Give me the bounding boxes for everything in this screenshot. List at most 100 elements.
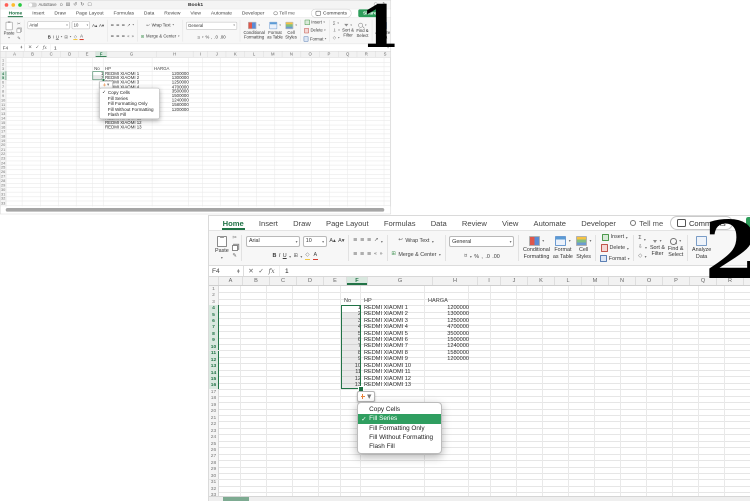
insert-button[interactable]: Insert ▾ bbox=[601, 233, 628, 241]
undo-icon[interactable]: ↺ bbox=[73, 2, 77, 7]
traffic-light-close[interactable] bbox=[4, 2, 9, 7]
tell-me-button[interactable]: Tell me bbox=[269, 10, 299, 16]
merge-center-button[interactable]: ⊞ Merge & Center ▾ bbox=[391, 251, 440, 258]
autosave-toggle[interactable]: AutoSave bbox=[28, 2, 57, 8]
align-top-button[interactable]: ≡ bbox=[111, 23, 115, 27]
font-color-button[interactable]: A bbox=[312, 252, 318, 261]
column-header[interactable]: C bbox=[42, 51, 61, 58]
bold-button[interactable]: B bbox=[48, 35, 51, 40]
redo-icon[interactable]: ↻ bbox=[80, 2, 84, 7]
tab-automate[interactable]: Automate bbox=[206, 9, 237, 17]
comma-button[interactable]: , bbox=[481, 254, 483, 260]
tab-insert[interactable]: Insert bbox=[27, 9, 49, 17]
grid-cell[interactable]: REDMI XIAOMI 13 bbox=[362, 382, 427, 389]
column-header[interactable]: K bbox=[528, 277, 555, 285]
column-header[interactable]: C bbox=[270, 277, 297, 285]
align-right-button[interactable]: ≡ bbox=[121, 34, 125, 38]
menu-item-fill-formatting-only[interactable]: Fill Formatting Only bbox=[358, 424, 441, 433]
traffic-light-zoom[interactable] bbox=[18, 2, 22, 7]
column-header[interactable]: P bbox=[663, 277, 690, 285]
font-color-button[interactable]: A bbox=[79, 34, 84, 41]
decrease-indent-button[interactable]: « bbox=[374, 251, 377, 257]
tell-me-button[interactable]: Tell me bbox=[623, 219, 670, 228]
decrease-decimal-button[interactable]: .00 bbox=[220, 35, 226, 40]
column-header[interactable]: R bbox=[717, 277, 744, 285]
orientation-button[interactable]: ↗ bbox=[127, 23, 131, 27]
format-as-table-button[interactable]: ▾ Format as Table bbox=[553, 236, 573, 260]
formula-input[interactable]: 1 bbox=[280, 268, 289, 275]
column-header[interactable]: P bbox=[320, 51, 339, 58]
format-button[interactable]: Format ▾ bbox=[599, 255, 630, 263]
font-name-select[interactable]: Arial ▾ bbox=[246, 235, 301, 247]
insert-button[interactable]: Insert ▾ bbox=[304, 19, 325, 25]
menu-item-flash-fill[interactable]: Flash Fill bbox=[358, 442, 441, 451]
increase-decimal-button[interactable]: .0 bbox=[214, 35, 218, 40]
column-header[interactable]: I bbox=[193, 51, 208, 58]
tab-formulas[interactable]: Formulas bbox=[109, 9, 139, 17]
column-header[interactable]: L bbox=[555, 277, 582, 285]
conditional-formatting-button[interactable]: ▾ Conditional Formatting bbox=[523, 236, 550, 260]
format-painter-icon[interactable]: ✎ bbox=[232, 253, 237, 259]
align-right-button[interactable]: ≡ bbox=[367, 251, 372, 257]
increase-font-button[interactable]: A▴ bbox=[329, 238, 335, 244]
column-header[interactable]: O bbox=[301, 51, 320, 58]
menu-item-copy-cells[interactable]: Copy Cells bbox=[358, 405, 441, 414]
increase-indent-button[interactable]: » bbox=[131, 34, 134, 38]
row-header[interactable]: 33 bbox=[209, 492, 219, 496]
bold-button[interactable]: B bbox=[272, 253, 276, 259]
align-left-button[interactable]: ≡ bbox=[110, 34, 114, 38]
find-select-button[interactable]: ▾ Find & Select bbox=[356, 23, 369, 38]
save-icon[interactable]: ▤ bbox=[66, 2, 70, 7]
fill-down-button[interactable]: ⇩ bbox=[333, 28, 337, 32]
column-header[interactable]: G bbox=[368, 277, 433, 285]
align-center-button[interactable]: ≡ bbox=[116, 34, 120, 38]
font-size-select[interactable]: 10 ▾ bbox=[71, 21, 91, 30]
column-header[interactable]: G bbox=[107, 51, 157, 58]
comments-button[interactable]: Comments bbox=[670, 216, 734, 230]
tab-developer[interactable]: Developer bbox=[237, 9, 269, 17]
wrap-text-button[interactable]: ↩ Wrap Text ▾ bbox=[146, 23, 174, 28]
format-as-table-button[interactable]: ▾ Format as Table bbox=[267, 21, 283, 40]
borders-button[interactable]: ⊞ bbox=[293, 253, 298, 259]
format-painter-icon[interactable]: ✎ bbox=[17, 36, 21, 40]
orientation-button[interactable]: ↗ bbox=[374, 237, 379, 243]
copy-icon[interactable] bbox=[16, 28, 21, 34]
align-top-button[interactable]: ≡ bbox=[353, 237, 358, 243]
name-box[interactable]: F4 ▲ ▼ bbox=[1, 44, 25, 51]
column-header[interactable]: S bbox=[376, 51, 391, 57]
accounting-format-button[interactable]: ¤ bbox=[464, 253, 467, 259]
formula-input[interactable]: 1 bbox=[51, 45, 57, 50]
traffic-light-minimize[interactable] bbox=[11, 2, 16, 7]
find-select-button[interactable]: ▾ Find & Select bbox=[668, 238, 684, 258]
percent-button[interactable]: % bbox=[205, 35, 209, 40]
column-header[interactable]: F bbox=[95, 51, 108, 58]
italic-button[interactable]: I bbox=[279, 253, 281, 259]
fill-down-button[interactable]: ⇩ bbox=[638, 244, 643, 250]
underline-button[interactable]: U bbox=[283, 253, 287, 259]
column-header[interactable]: R bbox=[357, 51, 376, 58]
decrease-decimal-button[interactable]: .00 bbox=[492, 254, 500, 260]
tab-page-layout[interactable]: Page Layout bbox=[71, 9, 109, 17]
align-left-button[interactable]: ≡ bbox=[353, 251, 358, 257]
fill-color-button[interactable]: ◇ bbox=[304, 252, 311, 261]
increase-decimal-button[interactable]: .0 bbox=[485, 254, 490, 260]
comments-button[interactable]: Comments bbox=[311, 8, 352, 18]
conditional-formatting-button[interactable]: ▾ Conditional Formatting bbox=[243, 21, 265, 40]
merge-center-button[interactable]: ⊞ Merge & Center ▾ bbox=[141, 34, 180, 39]
name-box-stepper[interactable]: ▲ ▼ bbox=[237, 268, 240, 273]
accounting-format-button[interactable]: ¤ bbox=[197, 35, 200, 39]
column-header[interactable]: Q bbox=[690, 277, 717, 285]
sheet-tab-strip[interactable] bbox=[209, 496, 750, 501]
autosum-button[interactable]: Σ bbox=[638, 236, 641, 242]
clear-button[interactable]: ◇ bbox=[333, 35, 336, 39]
tab-home[interactable]: Home bbox=[4, 9, 28, 18]
sort-filter-button[interactable]: ▾ Sort & Filter bbox=[650, 238, 665, 257]
percent-button[interactable]: % bbox=[474, 254, 479, 260]
analyze-data-button[interactable]: Analyze Data bbox=[692, 236, 711, 260]
tab-page-layout[interactable]: Page Layout bbox=[318, 216, 376, 230]
cut-icon[interactable]: ✂ bbox=[17, 21, 21, 25]
menu-item-flash-fill[interactable]: Flash Fill bbox=[100, 112, 159, 118]
underline-button[interactable]: U bbox=[56, 35, 59, 40]
name-box[interactable]: F4 ▲ ▼ bbox=[209, 266, 244, 276]
tab-view[interactable]: View bbox=[494, 216, 526, 230]
